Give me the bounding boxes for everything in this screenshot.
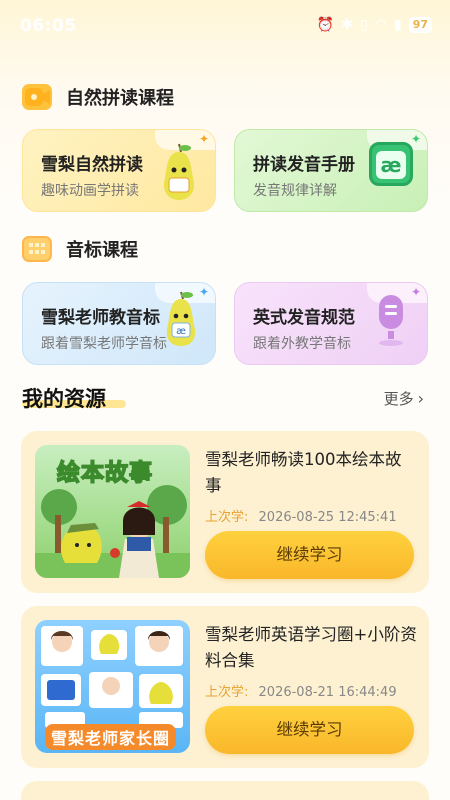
course-card-british[interactable]: 英式发音规范 跟着外教学音标 ✦ <box>234 282 428 365</box>
sparkle-icon: ✦ <box>198 285 209 299</box>
resource-thumbnail: 雪梨老师家长圈 <box>35 620 190 753</box>
resource-title: 雪梨老师畅读100本绘本故事 <box>205 450 402 495</box>
course-card-handbook[interactable]: 拼读发音手册 发音规律详解 æ ✦ <box>234 129 428 212</box>
status-icons: ⏰ ✱ ▯ ◠ ▮ 97 <box>317 17 432 33</box>
resource-card[interactable]: 雪梨老师家长圈 雪梨老师英语学习圈+小阶资料合集 上次学: 2026-08-21… <box>21 606 429 768</box>
last-studied-label: 上次学: <box>205 510 249 525</box>
alarm-icon: ⏰ <box>316 17 335 33</box>
bluetooth-icon: ✱ <box>341 17 354 33</box>
course-card-title: 英式发音规范 <box>253 308 355 328</box>
section-header-phonetic: 音标课程 <box>22 236 138 262</box>
continue-learning-button[interactable]: 继续学习 <box>205 706 414 754</box>
wifi-icon: ◠ <box>374 17 387 33</box>
grid-book-icon <box>22 236 52 262</box>
section-header-phonics: 自然拼读课程 <box>22 84 174 110</box>
thumbnail-caption: 绘本故事 <box>56 459 153 487</box>
sparkle-icon: ✦ <box>410 285 421 299</box>
sparkle-icon: ✦ <box>410 132 421 146</box>
sparkle-icon: ✦ <box>198 132 209 146</box>
resource-title: 雪梨老师英语学习圈+小阶资料合集 <box>205 625 417 670</box>
last-studied-time: 2026-08-21 16:44:49 <box>258 685 397 700</box>
video-icon <box>22 84 52 110</box>
microphone-icon <box>379 295 403 346</box>
course-card-title: 雪梨老师教音标 <box>41 308 160 328</box>
course-card-title: 雪梨自然拼读 <box>41 155 143 175</box>
last-studied-time: 2026-08-25 12:45:41 <box>258 510 397 525</box>
course-card-subtitle: 发音规律详解 <box>253 183 337 199</box>
course-card-subtitle: 跟着外教学音标 <box>253 336 351 352</box>
course-card-phonics[interactable]: 雪梨自然拼读 趣味动画学拼读 ✦ <box>22 129 216 212</box>
resource-last-studied: 上次学: 2026-08-25 12:45:41 <box>205 506 397 525</box>
vibrate-icon: ▯ <box>360 17 368 33</box>
ae-calendar-icon: æ <box>369 142 413 186</box>
more-link[interactable]: 更多 › <box>384 388 424 409</box>
resources-heading: 我的资源 <box>22 387 106 411</box>
course-card-teacher-phonetic[interactable]: 雪梨老师教音标 跟着雪梨老师学音标 æ ✦ <box>22 282 216 365</box>
battery-icon: 97 <box>408 17 432 33</box>
chevron-right-icon: › <box>417 389 424 408</box>
resource-thumbnail: 绘本故事 <box>35 445 190 578</box>
pear-mascot-icon: æ <box>166 291 196 346</box>
section-title-phonetic: 音标课程 <box>66 240 138 261</box>
status-bar: 06:05 ⏰ ✱ ▯ ◠ ▮ 97 <box>0 0 450 50</box>
resource-card[interactable] <box>21 781 429 800</box>
resource-card[interactable]: 绘本故事 雪梨老师畅读100本绘本故事 上次学: 2026-08-25 12:4… <box>21 431 429 593</box>
course-card-subtitle: 趣味动画学拼读 <box>41 183 139 199</box>
thumbnail-caption: 雪梨老师家长圈 <box>45 724 177 750</box>
more-label: 更多 <box>383 390 414 408</box>
section-title-phonics: 自然拼读课程 <box>66 88 174 109</box>
continue-learning-button[interactable]: 继续学习 <box>205 531 414 579</box>
pear-mascot-icon <box>163 143 195 200</box>
last-studied-label: 上次学: <box>205 685 249 700</box>
signal-icon: ▮ <box>393 17 402 33</box>
status-time: 06:05 <box>20 16 77 36</box>
course-card-title: 拼读发音手册 <box>253 155 355 175</box>
svg-text:æ: æ <box>176 326 186 337</box>
course-card-subtitle: 跟着雪梨老师学音标 <box>41 336 167 352</box>
resource-last-studied: 上次学: 2026-08-21 16:44:49 <box>205 681 397 700</box>
